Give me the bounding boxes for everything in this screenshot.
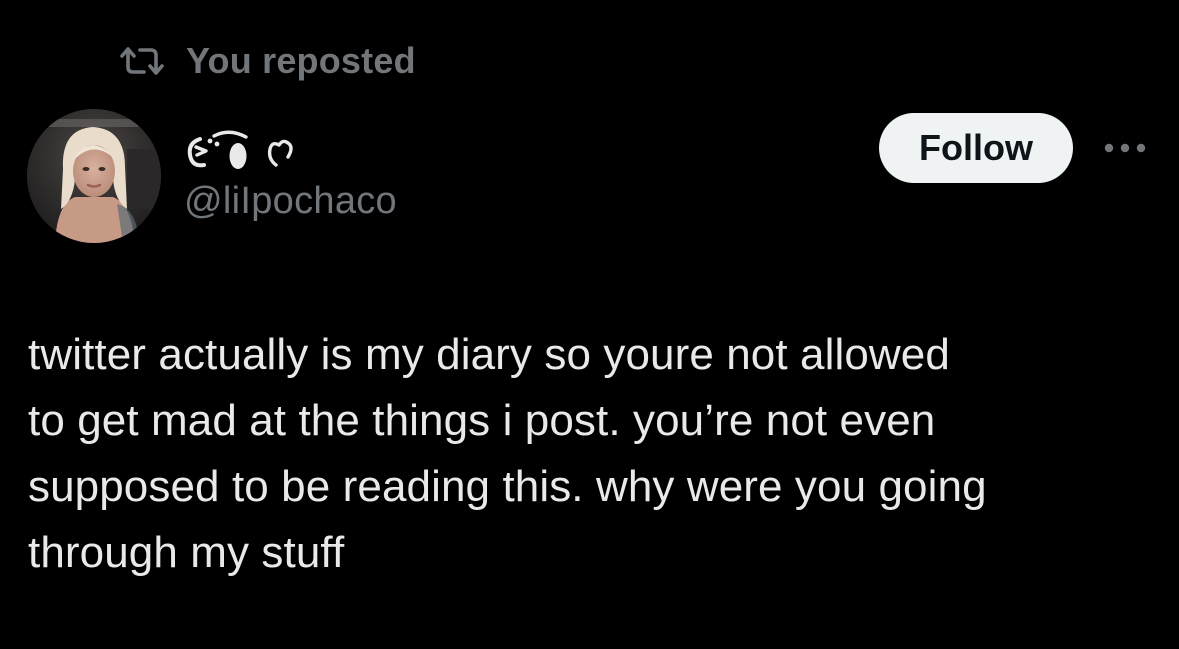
- post-text-line: supposed to be reading this. why were yo…: [28, 462, 987, 511]
- more-options-button[interactable]: [1098, 130, 1152, 166]
- post-text-line: to get mad at the things i post. you’re …: [28, 396, 936, 445]
- post-text-line: twitter actually is my diary so youre no…: [28, 330, 950, 379]
- display-name[interactable]: [184, 128, 324, 176]
- avatar[interactable]: [27, 109, 161, 243]
- user-handle[interactable]: @liIpochaco: [184, 180, 397, 223]
- display-name-emoji-icon: [187, 130, 293, 169]
- post-text-line: through my stuff: [28, 528, 345, 577]
- avatar-image: [27, 109, 161, 243]
- post-text: twitter actually is my diary so youre no…: [28, 322, 1158, 586]
- repost-icon: [118, 44, 166, 78]
- repost-banner[interactable]: You reposted: [118, 38, 416, 84]
- repost-label: You reposted: [186, 40, 416, 81]
- follow-button[interactable]: Follow: [879, 113, 1073, 183]
- more-icon: [1104, 143, 1146, 153]
